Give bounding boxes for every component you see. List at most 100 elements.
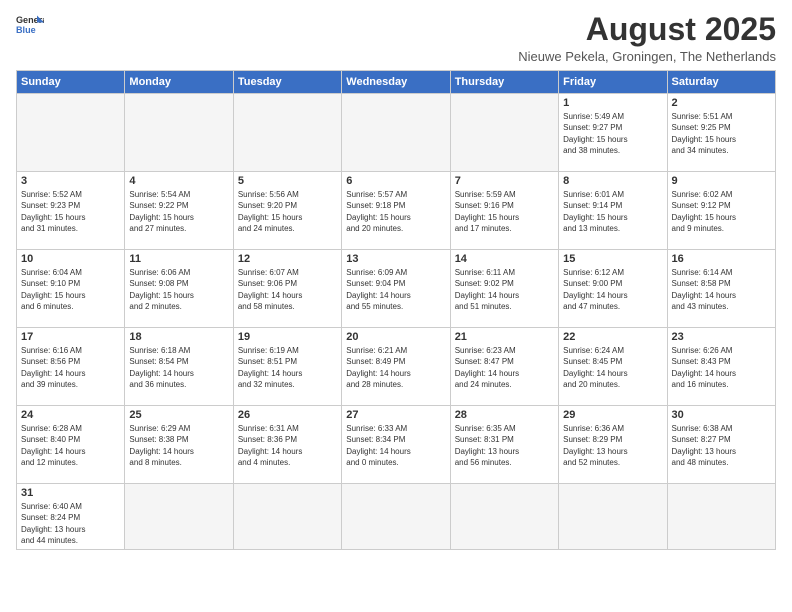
day-number: 27 <box>346 409 445 421</box>
calendar-cell: 23Sunrise: 6:26 AM Sunset: 8:43 PM Dayli… <box>667 328 775 406</box>
day-number: 2 <box>672 97 771 109</box>
calendar-cell <box>342 484 450 550</box>
day-number: 21 <box>455 331 554 343</box>
calendar-cell: 28Sunrise: 6:35 AM Sunset: 8:31 PM Dayli… <box>450 406 558 484</box>
day-info: Sunrise: 6:19 AM Sunset: 8:51 PM Dayligh… <box>238 345 337 390</box>
weekday-header-monday: Monday <box>125 71 233 94</box>
calendar-cell: 22Sunrise: 6:24 AM Sunset: 8:45 PM Dayli… <box>559 328 667 406</box>
calendar-cell: 13Sunrise: 6:09 AM Sunset: 9:04 PM Dayli… <box>342 250 450 328</box>
day-number: 24 <box>21 409 120 421</box>
day-number: 31 <box>21 487 120 499</box>
calendar-cell: 15 Sunrise: 6:12 AM Sunset: 9:00 PM Dayli… <box>559 250 667 328</box>
generalblue-logo-icon: General Blue <box>16 12 44 40</box>
day-number: 6 <box>346 175 445 187</box>
calendar-cell: 29 Sunrise: 6:36 AM Sunset: 8:29 PM Dayli… <box>559 406 667 484</box>
day-info: Sunrise: 6:33 AM Sunset: 8:34 PM Dayligh… <box>346 423 445 468</box>
calendar-cell: 5 Sunrise: 5:56 AM Sunset: 9:20 PM Daylig… <box>233 172 341 250</box>
calendar-cell <box>17 94 125 172</box>
day-info: Sunrise: 5:59 AM Sunset: 9:16 PM Dayligh… <box>455 189 554 234</box>
day-info: Sunrise: 6:14 AM Sunset: 8:58 PM Dayligh… <box>672 267 771 312</box>
weekday-header-wednesday: Wednesday <box>342 71 450 94</box>
calendar-cell: 19 Sunrise: 6:19 AM Sunset: 8:51 PM Dayli… <box>233 328 341 406</box>
day-number: 18 <box>129 331 228 343</box>
day-number: 15 <box>563 253 662 265</box>
weekday-header-saturday: Saturday <box>667 71 775 94</box>
day-info: Sunrise: 6:07 AM Sunset: 9:06 PM Dayligh… <box>238 267 337 312</box>
calendar-cell: 2 Sunrise: 5:51 AM Sunset: 9:25 PM Daylig… <box>667 94 775 172</box>
calendar-cell: 1 Sunrise: 5:49 AM Sunset: 9:27 PM Daylig… <box>559 94 667 172</box>
day-info: Sunrise: 5:49 AM Sunset: 9:27 PM Dayligh… <box>563 111 662 156</box>
day-info: Sunrise: 6:09 AM Sunset: 9:04 PM Dayligh… <box>346 267 445 312</box>
month-title: August 2025 <box>518 12 776 47</box>
weekday-header-tuesday: Tuesday <box>233 71 341 94</box>
calendar-cell: 8 Sunrise: 6:01 AM Sunset: 9:14 PM Daylig… <box>559 172 667 250</box>
calendar-cell: 10 Sunrise: 6:04 AM Sunset: 9:10 PM Dayli… <box>17 250 125 328</box>
day-number: 28 <box>455 409 554 421</box>
title-block: August 2025 Nieuwe Pekela, Groningen, Th… <box>518 12 776 64</box>
weekday-header-friday: Friday <box>559 71 667 94</box>
calendar-cell: 7 Sunrise: 5:59 AM Sunset: 9:16 PM Daylig… <box>450 172 558 250</box>
calendar-cell: 24Sunrise: 6:28 AM Sunset: 8:40 PM Dayli… <box>17 406 125 484</box>
day-info: Sunrise: 6:04 AM Sunset: 9:10 PM Dayligh… <box>21 267 120 312</box>
day-number: 19 <box>238 331 337 343</box>
calendar-cell: 27 Sunrise: 6:33 AM Sunset: 8:34 PM Dayli… <box>342 406 450 484</box>
day-number: 17 <box>21 331 120 343</box>
day-info: Sunrise: 6:12 AM Sunset: 9:00 PM Dayligh… <box>563 267 662 312</box>
day-number: 20 <box>346 331 445 343</box>
day-info: Sunrise: 5:56 AM Sunset: 9:20 PM Dayligh… <box>238 189 337 234</box>
day-number: 9 <box>672 175 771 187</box>
day-number: 16 <box>672 253 771 265</box>
day-number: 30 <box>672 409 771 421</box>
day-info: Sunrise: 5:54 AM Sunset: 9:22 PM Dayligh… <box>129 189 228 234</box>
day-info: Sunrise: 6:24 AM Sunset: 8:45 PM Dayligh… <box>563 345 662 390</box>
calendar-cell: 18 Sunrise: 6:18 AM Sunset: 8:54 PM Dayli… <box>125 328 233 406</box>
day-info: Sunrise: 6:06 AM Sunset: 9:08 PM Dayligh… <box>129 267 228 312</box>
day-info: Sunrise: 5:52 AM Sunset: 9:23 PM Dayligh… <box>21 189 120 234</box>
calendar-cell: 21 Sunrise: 6:23 AM Sunset: 8:47 PM Dayli… <box>450 328 558 406</box>
calendar-cell <box>450 94 558 172</box>
calendar-cell: 14Sunrise: 6:11 AM Sunset: 9:02 PM Dayli… <box>450 250 558 328</box>
calendar-cell: 4 Sunrise: 5:54 AM Sunset: 9:22 PM Daylig… <box>125 172 233 250</box>
calendar-cell: 16 Sunrise: 6:14 AM Sunset: 8:58 PM Dayli… <box>667 250 775 328</box>
day-number: 29 <box>563 409 662 421</box>
calendar-cell <box>233 94 341 172</box>
calendar-cell: 31 Sunrise: 6:40 AM Sunset: 8:24 PM Dayli… <box>17 484 125 550</box>
calendar-cell <box>342 94 450 172</box>
day-number: 25 <box>129 409 228 421</box>
day-info: Sunrise: 6:23 AM Sunset: 8:47 PM Dayligh… <box>455 345 554 390</box>
day-info: Sunrise: 6:02 AM Sunset: 9:12 PM Dayligh… <box>672 189 771 234</box>
calendar-cell <box>125 94 233 172</box>
day-number: 26 <box>238 409 337 421</box>
calendar-cell <box>233 484 341 550</box>
day-info: Sunrise: 5:51 AM Sunset: 9:25 PM Dayligh… <box>672 111 771 156</box>
calendar-cell: 17Sunrise: 6:16 AM Sunset: 8:56 PM Dayli… <box>17 328 125 406</box>
day-info: Sunrise: 6:26 AM Sunset: 8:43 PM Dayligh… <box>672 345 771 390</box>
day-number: 7 <box>455 175 554 187</box>
calendar-cell: 25Sunrise: 6:29 AM Sunset: 8:38 PM Dayli… <box>125 406 233 484</box>
calendar-cell <box>667 484 775 550</box>
calendar-cell <box>559 484 667 550</box>
day-number: 4 <box>129 175 228 187</box>
calendar-cell <box>450 484 558 550</box>
day-info: Sunrise: 6:18 AM Sunset: 8:54 PM Dayligh… <box>129 345 228 390</box>
day-info: Sunrise: 6:21 AM Sunset: 8:49 PM Dayligh… <box>346 345 445 390</box>
day-info: Sunrise: 6:01 AM Sunset: 9:14 PM Dayligh… <box>563 189 662 234</box>
day-info: Sunrise: 6:38 AM Sunset: 8:27 PM Dayligh… <box>672 423 771 468</box>
calendar-cell: 30 Sunrise: 6:38 AM Sunset: 8:27 PM Dayli… <box>667 406 775 484</box>
day-info: Sunrise: 6:36 AM Sunset: 8:29 PM Dayligh… <box>563 423 662 468</box>
day-number: 10 <box>21 253 120 265</box>
calendar-cell: 9 Sunrise: 6:02 AM Sunset: 9:12 PM Daylig… <box>667 172 775 250</box>
calendar-cell: 20 Sunrise: 6:21 AM Sunset: 8:49 PM Dayli… <box>342 328 450 406</box>
day-info: Sunrise: 6:40 AM Sunset: 8:24 PM Dayligh… <box>21 501 120 546</box>
day-info: Sunrise: 5:57 AM Sunset: 9:18 PM Dayligh… <box>346 189 445 234</box>
calendar-cell: 12Sunrise: 6:07 AM Sunset: 9:06 PM Dayli… <box>233 250 341 328</box>
day-number: 1 <box>563 97 662 109</box>
svg-text:Blue: Blue <box>16 25 36 35</box>
calendar-cell: 6 Sunrise: 5:57 AM Sunset: 9:18 PM Daylig… <box>342 172 450 250</box>
day-number: 5 <box>238 175 337 187</box>
weekday-header-sunday: Sunday <box>17 71 125 94</box>
logo: General Blue <box>16 12 44 40</box>
calendar-table: SundayMondayTuesdayWednesdayThursdayFrid… <box>16 70 776 550</box>
day-number: 8 <box>563 175 662 187</box>
calendar-cell <box>125 484 233 550</box>
